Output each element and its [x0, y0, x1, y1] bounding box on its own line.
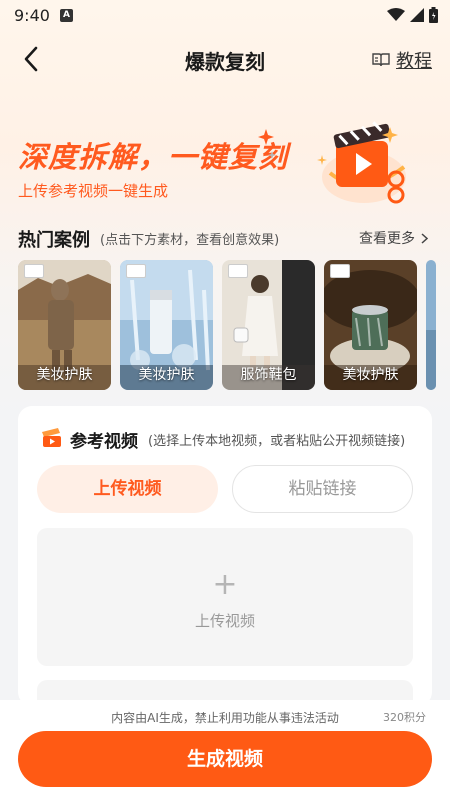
- reference-hint: (选择上传本地视频，或者粘贴公开视频链接): [148, 434, 406, 449]
- status-icons: [387, 7, 438, 23]
- case-badge: [126, 264, 146, 278]
- case-label: 美妆护肤: [36, 367, 93, 383]
- status-time: 9:40: [14, 6, 50, 25]
- case-badge: [228, 264, 248, 278]
- case-badge: [24, 264, 44, 278]
- notification-icon: A: [60, 9, 73, 22]
- case-label: 美妆护肤: [138, 367, 195, 383]
- case-card-partial[interactable]: [426, 260, 436, 390]
- upload-video-area[interactable]: + 上传视频: [37, 528, 413, 666]
- tab-paste-link[interactable]: 粘贴链接: [232, 465, 413, 513]
- header: 爆款复刻 教程: [0, 38, 450, 80]
- battery-icon: [429, 7, 438, 23]
- case-card-terracotta[interactable]: 美妆护肤: [18, 260, 111, 390]
- reference-title: 参考视频: [70, 432, 138, 452]
- upload-video-label: 上传视频: [194, 612, 255, 630]
- reference-video-card: 参考视频 (选择上传本地视频，或者粘贴公开视频链接) 上传视频 粘贴链接 + 上…: [18, 406, 432, 720]
- tutorial-link[interactable]: 教程: [372, 47, 432, 73]
- points-balance: 320积分: [383, 711, 426, 724]
- case-image-partial: [426, 260, 436, 390]
- generate-video-button[interactable]: 生成视频: [18, 731, 432, 787]
- video-clapper-icon: [317, 121, 406, 204]
- chevron-right-icon: [421, 232, 428, 244]
- case-label: 服饰鞋包: [240, 367, 297, 383]
- video-clip-icon: [42, 428, 61, 447]
- signal-icon: [410, 8, 424, 22]
- tutorial-label: 教程: [396, 51, 432, 72]
- banner-subtitle: 上传参考视频一键生成: [18, 182, 169, 200]
- hot-cases-hint: (点击下方素材，查看创意效果): [100, 233, 280, 248]
- hot-cases-title: 热门案例: [18, 230, 90, 251]
- case-card-cream[interactable]: 美妆护肤: [324, 260, 417, 390]
- case-card-fashion[interactable]: 服饰鞋包: [222, 260, 315, 390]
- see-more-label: 查看更多: [359, 231, 415, 247]
- plus-icon: +: [212, 567, 238, 602]
- status-bar: 9:40 A: [0, 0, 450, 32]
- case-badge: [330, 264, 350, 278]
- sparkle-icon: [258, 129, 276, 159]
- banner-title: 深度拆解，一键复刻: [18, 140, 289, 174]
- case-label: 美妆护肤: [342, 367, 399, 383]
- hot-cases-list: 美妆护肤 美妆护肤 服饰鞋包 美妆护肤: [18, 260, 450, 390]
- tab-upload-video[interactable]: 上传视频: [37, 465, 218, 513]
- book-icon: [372, 53, 390, 67]
- see-more-link[interactable]: 查看更多: [359, 228, 428, 248]
- case-card-lab[interactable]: 美妆护肤: [120, 260, 213, 390]
- wifi-icon: [387, 8, 405, 21]
